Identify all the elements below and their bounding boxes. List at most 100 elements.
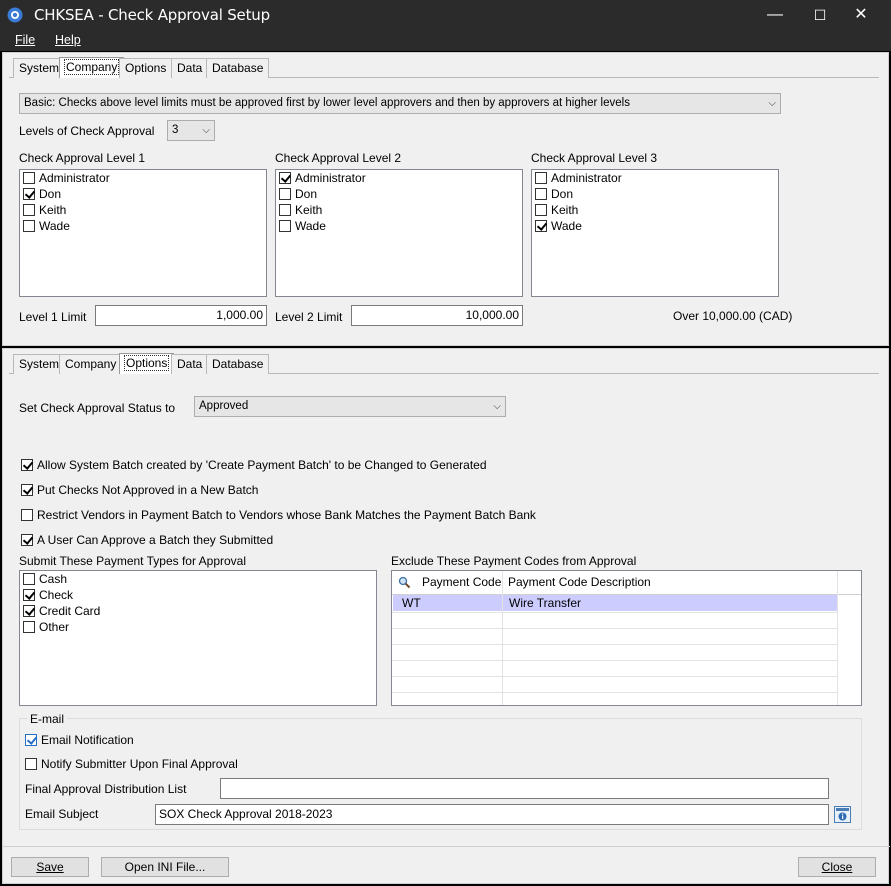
distribution-list-label: Final Approval Distribution List: [25, 782, 187, 796]
over-limit-text: Over 10,000.00 (CAD): [673, 309, 793, 323]
level1-label: Check Approval Level 1: [19, 151, 146, 165]
email-subject-label: Email Subject: [25, 807, 99, 821]
status-select[interactable]: Approved ⌵: [194, 396, 506, 417]
tab-options[interactable]: Options: [119, 353, 175, 374]
tab-system[interactable]: System: [13, 354, 66, 374]
limit1-input[interactable]: 1,000.00: [95, 305, 267, 326]
list-item[interactable]: Other: [23, 620, 69, 636]
list-item[interactable]: Don: [535, 187, 573, 203]
tab-company[interactable]: Company: [59, 354, 123, 374]
checkbox[interactable]: [535, 204, 547, 216]
cell-description: Wire Transfer: [509, 596, 582, 610]
checkbox[interactable]: [279, 188, 291, 200]
options-panel: System Company Options Data Database Set…: [2, 348, 890, 884]
list-item[interactable]: Keith: [23, 203, 66, 219]
exclude-codes-label: Exclude These Payment Codes from Approva…: [391, 554, 637, 568]
notify-submitter-option[interactable]: Notify Submitter Upon Final Approval: [25, 757, 238, 773]
menu-file[interactable]: File: [15, 33, 35, 47]
chevron-down-icon: ⌵: [202, 125, 210, 136]
checkbox[interactable]: [25, 734, 37, 746]
list-item[interactable]: Administrator: [279, 171, 366, 187]
list-item[interactable]: Wade: [23, 219, 70, 235]
checkbox[interactable]: [23, 188, 35, 200]
checkbox[interactable]: [23, 204, 35, 216]
checkbox[interactable]: [279, 204, 291, 216]
list-item[interactable]: Administrator: [535, 171, 622, 187]
search-icon[interactable]: [398, 576, 411, 589]
checkbox[interactable]: [23, 605, 35, 617]
checkbox[interactable]: [21, 534, 33, 546]
email-subject-input[interactable]: SOX Check Approval 2018-2023: [155, 804, 829, 825]
approval-mode-select[interactable]: Basic: Checks above level limits must be…: [19, 93, 781, 114]
open-ini-button[interactable]: Open INI File...: [101, 857, 229, 877]
option-new-batch[interactable]: Put Checks Not Approved in a New Batch: [21, 483, 258, 499]
level2-label: Check Approval Level 2: [275, 151, 402, 165]
levels-select[interactable]: 3 ⌵: [167, 120, 215, 141]
checkbox[interactable]: [21, 509, 33, 521]
approval-mode-value: Basic: Checks above level limits must be…: [24, 97, 630, 109]
checkbox[interactable]: [23, 220, 35, 232]
chevron-down-icon: ⌵: [768, 98, 776, 109]
level2-list: Administrator Don Keith Wade: [275, 169, 523, 297]
list-item[interactable]: Don: [23, 187, 61, 203]
minimize-button[interactable]: —: [752, 0, 798, 31]
list-item[interactable]: Check: [23, 588, 73, 604]
tab-company[interactable]: Company: [59, 57, 125, 78]
menu-help[interactable]: Help: [55, 33, 81, 47]
payment-types-label: Submit These Payment Types for Approval: [19, 554, 247, 568]
checkbox[interactable]: [535, 220, 547, 232]
list-item[interactable]: Wade: [535, 219, 582, 235]
checkbox[interactable]: [535, 172, 547, 184]
list-item[interactable]: Cash: [23, 572, 67, 588]
tab-data[interactable]: Data: [171, 58, 209, 78]
checkbox[interactable]: [23, 621, 35, 633]
app-gear-icon: [7, 7, 23, 23]
save-button[interactable]: Save: [11, 857, 89, 877]
checkbox[interactable]: [21, 459, 33, 471]
list-item[interactable]: Wade: [279, 219, 326, 235]
option-self-approve[interactable]: A User Can Approve a Batch they Submitte…: [21, 533, 273, 549]
checkbox[interactable]: [23, 589, 35, 601]
option-restrict-vendors[interactable]: Restrict Vendors in Payment Batch to Ven…: [21, 508, 536, 524]
checkbox[interactable]: [279, 220, 291, 232]
info-icon[interactable]: [834, 806, 851, 823]
limit1-label: Level 1 Limit: [19, 310, 87, 324]
distribution-list-input[interactable]: [220, 778, 829, 799]
tab-system[interactable]: System: [13, 58, 66, 78]
tab-database[interactable]: Database: [206, 354, 270, 374]
checkbox[interactable]: [23, 573, 35, 585]
status-label: Set Check Approval Status to: [19, 401, 176, 415]
list-item[interactable]: Keith: [279, 203, 322, 219]
checkbox[interactable]: [535, 188, 547, 200]
limit2-input[interactable]: 10,000.00: [351, 305, 523, 326]
list-item[interactable]: Administrator: [23, 171, 110, 187]
option-allow-system-batch[interactable]: Allow System Batch created by 'Create Pa…: [21, 458, 487, 474]
checkbox[interactable]: [279, 172, 291, 184]
maximize-button[interactable]: ☐: [797, 0, 843, 31]
tab-options[interactable]: Options: [119, 58, 173, 78]
menu-bar: File Help: [0, 31, 891, 51]
company-panel: System Company Options Data Database Bas…: [2, 52, 889, 346]
email-notification-option[interactable]: Email Notification: [25, 733, 134, 749]
checkbox[interactable]: [23, 172, 35, 184]
checkbox[interactable]: [21, 484, 33, 496]
levels-label: Levels of Check Approval: [19, 124, 155, 138]
checkbox[interactable]: [25, 758, 37, 770]
email-group-label: E-mail: [27, 712, 68, 726]
column-header-code[interactable]: Payment Code: [417, 572, 501, 592]
column-header-description[interactable]: Payment Code Description: [503, 572, 651, 592]
tab-database[interactable]: Database: [206, 58, 270, 78]
table-row[interactable]: WT Wire Transfer: [393, 595, 837, 611]
status-value: Approved: [199, 400, 249, 412]
limit2-label: Level 2 Limit: [275, 310, 343, 324]
list-item[interactable]: Credit Card: [23, 604, 100, 620]
list-item[interactable]: Don: [279, 187, 317, 203]
payment-types-list: Cash Check Credit Card Other: [19, 570, 377, 706]
list-item[interactable]: Keith: [535, 203, 578, 219]
tab-data[interactable]: Data: [171, 354, 209, 374]
title-bar: CHKSEA - Check Approval Setup — ☐ ✕: [0, 0, 891, 31]
close-window-button[interactable]: ✕: [838, 0, 884, 31]
close-button[interactable]: Close: [798, 857, 876, 877]
level3-label: Check Approval Level 3: [531, 151, 658, 165]
levels-value: 3: [172, 124, 179, 136]
